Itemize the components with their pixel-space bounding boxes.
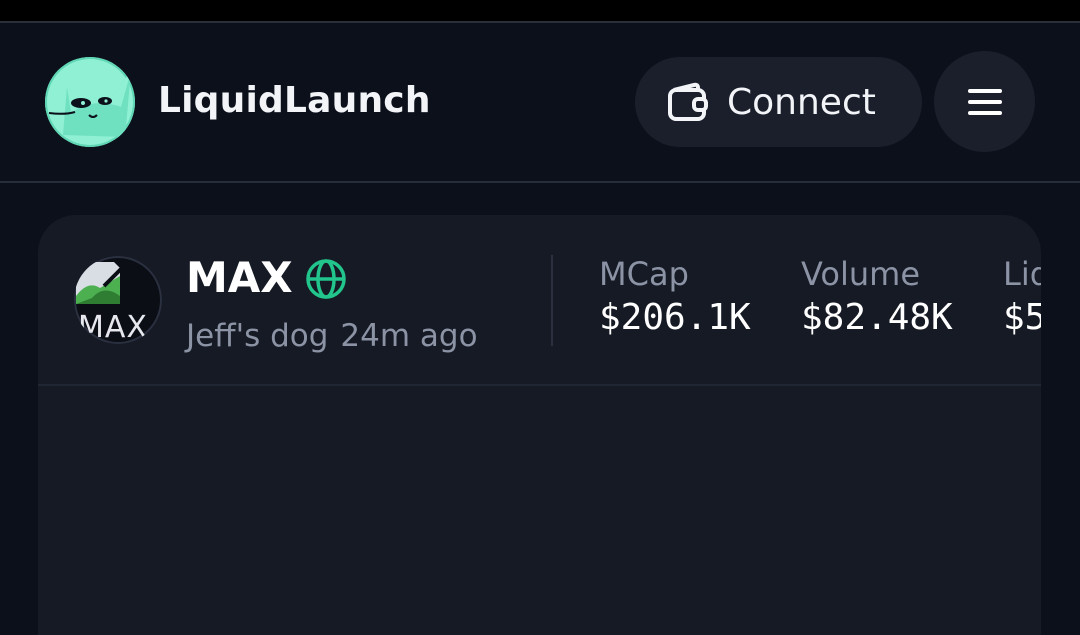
menu-button[interactable]	[934, 51, 1035, 152]
connect-label: Connect	[727, 81, 876, 123]
stat-liquidity-label: Liquidity	[1003, 255, 1041, 293]
token-card[interactable]: MAX MAX Jeff's dog 24m ago MCap $206.1K V…	[38, 215, 1041, 635]
token-age: 24m ago	[340, 318, 478, 354]
token-creator: Jeff's dog	[186, 318, 329, 354]
stat-liquidity-value: $5	[1003, 297, 1041, 338]
stat-volume: Volume $82.48K	[801, 255, 953, 338]
connect-wallet-button[interactable]: Connect	[635, 57, 922, 147]
system-status-bar	[0, 0, 1080, 21]
token-avatar[interactable]: MAX	[74, 256, 162, 344]
token-name[interactable]: MAX	[186, 253, 293, 302]
cat-logo-icon[interactable]	[45, 57, 135, 147]
stats-separator	[551, 255, 553, 346]
card-divider	[38, 384, 1041, 386]
stat-liquidity: Liquidity $5	[1003, 255, 1041, 338]
avatar-alt-text: MAX	[78, 310, 148, 344]
stat-volume-label: Volume	[801, 255, 921, 293]
cat-logo-graphic	[48, 71, 131, 137]
stat-mcap: MCap $206.1K	[599, 255, 751, 338]
brand-name[interactable]: LiquidLaunch	[158, 80, 431, 121]
globe-icon[interactable]	[304, 257, 348, 301]
stat-volume-value: $82.48K	[801, 297, 953, 338]
hamburger-menu-icon	[967, 88, 1002, 115]
token-subtitle: Jeff's dog 24m ago	[186, 318, 478, 354]
header-divider	[0, 181, 1080, 183]
wallet-icon	[668, 82, 708, 121]
stat-mcap-label: MCap	[599, 255, 689, 293]
stat-mcap-value: $206.1K	[599, 297, 751, 338]
